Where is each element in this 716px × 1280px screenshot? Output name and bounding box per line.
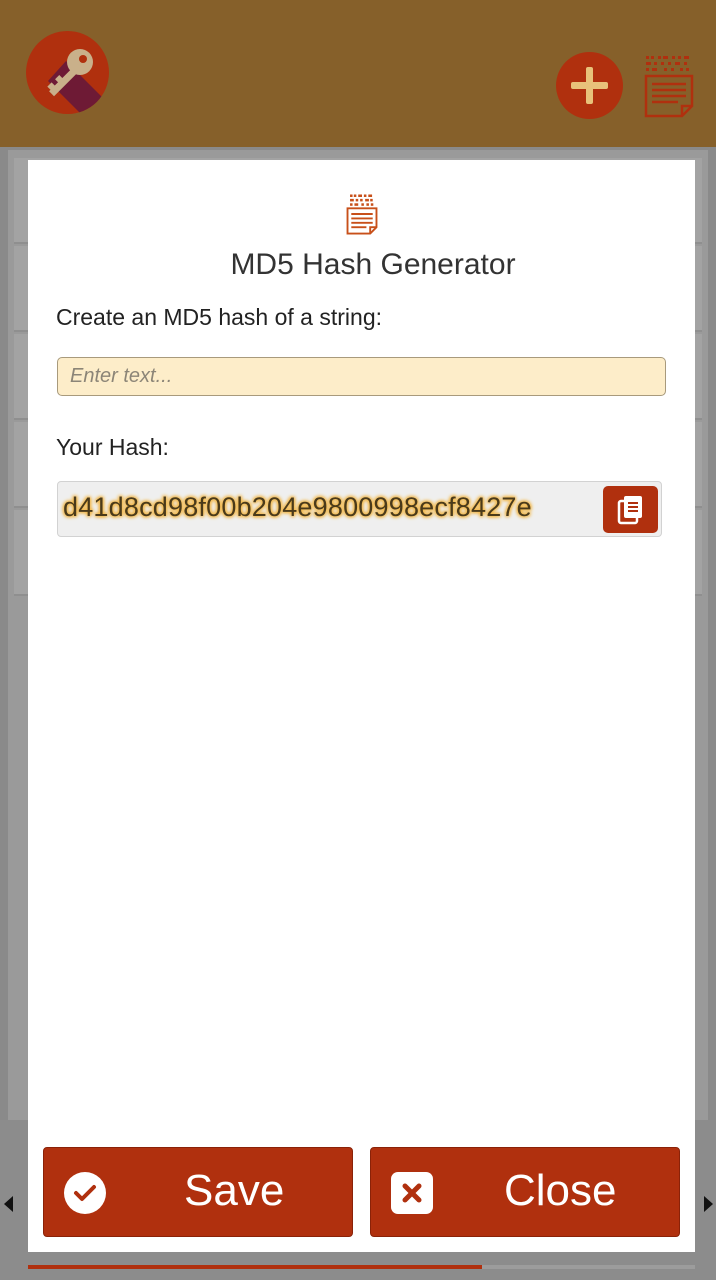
text-input[interactable] [57,357,666,396]
dialog-title: MD5 Hash Generator [230,248,516,281]
save-label: Save [184,1166,285,1215]
hash-value[interactable]: d41d8cd98f00b204e9800998ecf8427e [63,492,532,523]
scroll-left-arrow-icon[interactable] [4,1196,13,1212]
check-circle-icon [64,1172,106,1214]
prompt-label: Create an MD5 hash of a string: [56,304,382,330]
md5-dialog: MD5 Hash Generator Create an MD5 hash of… [28,160,695,1252]
hash-output[interactable]: d41d8cd98f00b204e9800998ecf8427e [57,481,662,537]
add-button[interactable] [556,52,623,119]
copy-icon [617,496,642,525]
hash-label: Your Hash: [56,434,169,460]
key-icon[interactable] [26,31,109,114]
hash-document-icon[interactable] [642,52,696,118]
copy-button[interactable] [603,486,658,533]
close-button[interactable]: Close [370,1147,680,1237]
hash-document-icon [345,193,379,235]
close-square-icon [391,1172,433,1214]
progress-fill [28,1265,482,1269]
app-bar [0,0,716,147]
scroll-right-arrow-icon[interactable] [704,1196,713,1212]
close-label: Close [504,1166,617,1215]
save-button[interactable]: Save [43,1147,353,1237]
progress-bar [28,1265,695,1269]
